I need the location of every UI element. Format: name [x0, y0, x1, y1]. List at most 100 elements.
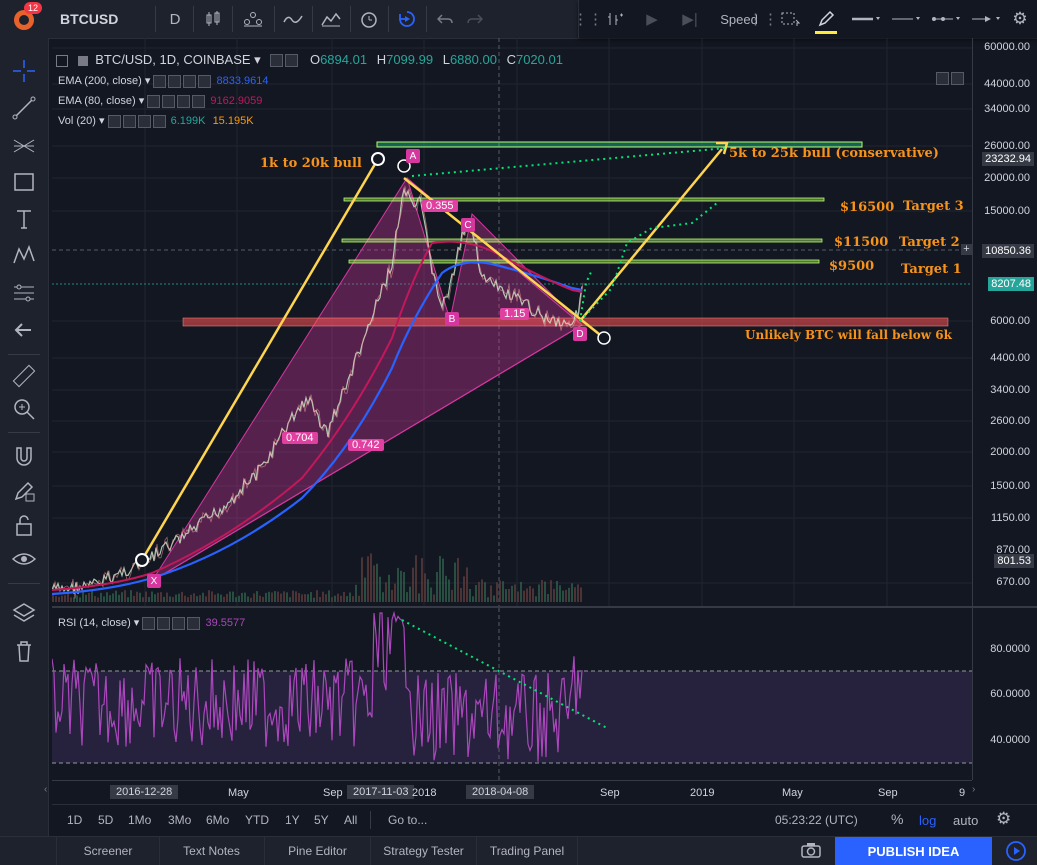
bull-2-label[interactable]: 5k to 25k bull (conservative) — [729, 146, 939, 161]
range-ytd[interactable]: YTD — [245, 813, 269, 827]
target-2-price[interactable]: $11500 — [834, 235, 888, 250]
bull-1-label[interactable]: 1k to 20k bull — [260, 156, 362, 171]
target-2-label[interactable]: Target 2 — [899, 235, 960, 250]
zoom-icon[interactable] — [11, 396, 37, 422]
collapse-icon[interactable] — [56, 54, 68, 67]
prediction-icon[interactable] — [11, 280, 37, 306]
volume-bar — [259, 595, 261, 602]
ohlc-close-label: C — [506, 52, 516, 67]
percent-scale-button[interactable]: % — [891, 811, 903, 827]
pitchfork-icon[interactable] — [11, 132, 37, 158]
volume-bar — [553, 588, 555, 602]
range-5y[interactable]: 5Y — [314, 813, 329, 827]
time-axis[interactable]: 2016-12-28 May Sep 2017-11-03 2018 2018-… — [52, 780, 972, 805]
alert-clock-icon[interactable] — [356, 6, 382, 32]
camera-icon[interactable] — [800, 841, 824, 861]
unlock-icon[interactable] — [11, 512, 37, 538]
fib-ratio-0355[interactable]: 0.355 — [422, 200, 458, 212]
scroll-right-icon[interactable]: › — [972, 784, 980, 804]
ema80-legend[interactable]: EMA (80, close) ▾ 9162.9059 — [58, 94, 262, 108]
range-1d[interactable]: 1D — [67, 813, 82, 827]
settings-gear-icon[interactable]: ⚙ — [1007, 6, 1033, 32]
bar-replay-icon[interactable] — [601, 6, 629, 32]
select-area-icon[interactable] — [775, 6, 805, 32]
interval-button[interactable]: D — [162, 6, 188, 32]
redo-icon[interactable] — [462, 6, 488, 32]
fib-ratio-0742[interactable]: 0.742 — [348, 439, 384, 451]
pattern-icon[interactable] — [11, 243, 37, 269]
ruler-icon[interactable] — [11, 363, 37, 389]
point-d[interactable]: D — [573, 327, 587, 341]
symbol-search[interactable]: BTCUSD — [60, 6, 150, 32]
range-3mo[interactable]: 3Mo — [168, 813, 191, 827]
line-end-icon[interactable] — [969, 6, 1003, 32]
play-circle-icon[interactable] — [994, 837, 1037, 865]
price-axis[interactable]: 60000.00 44000.00 34000.00 26000.00 2323… — [961, 38, 1037, 780]
tab-pine-editor[interactable]: Pine Editor — [265, 837, 371, 865]
ema200-legend[interactable]: EMA (200, close) ▾ 8833.9614 — [58, 74, 268, 88]
fib-ratio-0704[interactable]: 0.704 — [282, 432, 318, 444]
play-icon[interactable]: ▶ — [639, 6, 665, 32]
publish-idea-button[interactable]: PUBLISH IDEA — [835, 837, 992, 865]
layers-icon[interactable] — [11, 601, 37, 627]
text-icon[interactable] — [11, 206, 37, 232]
crosshair-icon[interactable] — [11, 58, 37, 84]
range-5d[interactable]: 5D — [98, 813, 113, 827]
trend-line-icon[interactable] — [11, 95, 37, 121]
pane-buttons[interactable] — [936, 70, 966, 88]
tab-trading-panel[interactable]: Trading Panel — [477, 837, 578, 865]
browser-logo-icon[interactable]: 12 — [12, 2, 43, 32]
trash-icon[interactable] — [11, 638, 37, 664]
auto-scale-button[interactable]: auto — [953, 813, 978, 828]
point-x[interactable]: X — [147, 574, 161, 588]
time-tick: May — [782, 787, 803, 799]
candles-icon[interactable] — [200, 6, 226, 32]
target-1-label[interactable]: Target 1 — [901, 262, 962, 277]
range-6mo[interactable]: 6Mo — [206, 813, 229, 827]
line-width-icon[interactable] — [889, 6, 923, 32]
arrow-back-icon[interactable] — [11, 317, 37, 343]
magnet-icon[interactable] — [11, 444, 37, 470]
range-all[interactable]: All — [344, 813, 357, 827]
rsi-pane[interactable]: RSI (14, close) ▾ 39.5577 — [51, 608, 972, 780]
main-chart-pane[interactable]: BTC/USD, 1D, COINBASE ▾ O6894.01 H7099.9… — [51, 38, 972, 606]
pencil-icon[interactable] — [811, 6, 841, 34]
tab-text-notes[interactable]: Text Notes — [159, 837, 265, 865]
eye-icon[interactable] — [11, 546, 37, 572]
axis-plus-icon[interactable]: + — [961, 244, 972, 255]
rsi-legend[interactable]: RSI (14, close) ▾ 39.5577 — [58, 616, 245, 630]
tab-screener[interactable]: Screener — [56, 837, 160, 865]
target-3-label[interactable]: Target 3 — [903, 199, 964, 214]
lock-drawing-icon[interactable] — [11, 478, 37, 504]
volume-bar — [307, 594, 309, 602]
line-style-icon[interactable] — [929, 6, 963, 32]
range-1mo[interactable]: 1Mo — [128, 813, 151, 827]
point-b[interactable]: B — [445, 312, 459, 326]
line-color-icon[interactable] — [849, 6, 883, 32]
scroll-left-icon[interactable]: ‹ — [44, 784, 52, 804]
replay-icon[interactable] — [394, 6, 420, 32]
rectangle-icon[interactable] — [11, 169, 37, 195]
point-c[interactable]: C — [461, 218, 475, 232]
step-forward-icon[interactable]: ▶| — [677, 6, 703, 32]
chart-title[interactable]: BTC/USD, 1D, COINBASE — [95, 52, 250, 67]
utc-clock[interactable]: 05:23:22 (UTC) — [775, 813, 858, 827]
volume-bar — [211, 591, 213, 602]
target-1-price[interactable]: $9500 — [829, 259, 874, 274]
templates-icon[interactable] — [318, 6, 344, 32]
volume-legend[interactable]: Vol (20) ▾ 6.199K 15.195K — [58, 114, 254, 128]
undo-icon[interactable] — [432, 6, 458, 32]
compare-icon[interactable] — [238, 6, 268, 32]
target-3-price[interactable]: $16500 — [840, 200, 894, 215]
chart-settings-gear-icon[interactable]: ⚙ — [996, 809, 1011, 829]
go-to-date-button[interactable]: Go to... — [388, 813, 427, 827]
log-scale-button[interactable]: log — [919, 813, 936, 828]
drag-handle-icon[interactable]: ⋮⋮ — [748, 6, 778, 32]
support-label[interactable]: Unlikely BTC will fall below 6k — [745, 328, 952, 342]
fib-ratio-115[interactable]: 1.15 — [500, 308, 530, 320]
range-1y[interactable]: 1Y — [285, 813, 300, 827]
drag-handle-icon[interactable]: ⋮⋮ — [573, 6, 603, 32]
indicators-icon[interactable] — [280, 6, 306, 32]
point-a[interactable]: A — [406, 149, 420, 163]
tab-strategy-tester[interactable]: Strategy Tester — [371, 837, 477, 865]
